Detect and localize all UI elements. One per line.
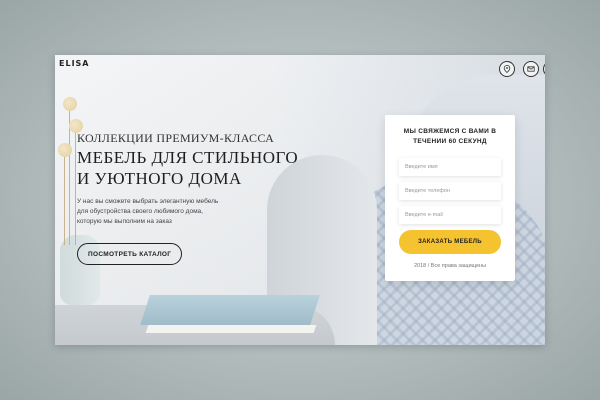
mail-icon[interactable]: [523, 61, 539, 77]
hero-description: У нас вы сможете выбрать элегантную мебе…: [77, 197, 247, 227]
flower-bud: [58, 143, 72, 157]
book-image: [140, 295, 320, 325]
phone-field[interactable]: [399, 182, 501, 200]
hero-title-line: МЕБЕЛЬ ДЛЯ СТИЛЬНОГО: [77, 148, 299, 167]
order-furniture-button[interactable]: ЗАКАЗАТЬ МЕБЕЛЬ: [399, 230, 501, 254]
hero-subtitle: КОЛЛЕКЦИИ ПРЕМИУМ-КЛАССА: [77, 131, 275, 145]
hero-title: МЕБЕЛЬ ДЛЯ СТИЛЬНОГО И УЮТНОГО ДОМА: [77, 147, 357, 189]
copyright-text: 2018 / Все права защищены: [413, 263, 487, 269]
form-title-line: ТЕЧЕНИИ 60 СЕКУНД: [413, 138, 487, 145]
email-field[interactable]: [399, 206, 501, 224]
hero-description-line: для обустройства своего любимого дома,: [77, 208, 203, 215]
flower-stem: [64, 150, 65, 245]
landing-page: ELISA КОЛЛЕКЦИИ ПРЕМИУМ-КЛАССА МЕБЕЛЬ ДЛ…: [55, 55, 545, 345]
name-field[interactable]: [399, 158, 501, 176]
hero-description-line: У нас вы сможете выбрать элегантную мебе…: [77, 198, 219, 205]
map-pin-icon[interactable]: [499, 61, 515, 77]
flower-bud: [63, 97, 77, 111]
form-title-line: МЫ СВЯЖЕМСЯ С ВАМИ В: [403, 128, 497, 135]
logo[interactable]: ELISA: [59, 59, 90, 68]
view-catalog-button[interactable]: ПОСМОТРЕТЬ КАТАЛОГ: [77, 243, 183, 265]
book-pages-image: [145, 325, 317, 333]
callback-form: МЫ СВЯЖЕМСЯ С ВАМИ В ТЕЧЕНИИ 60 СЕКУНД З…: [385, 115, 515, 281]
form-title: МЫ СВЯЖЕМСЯ С ВАМИ В ТЕЧЕНИИ 60 СЕКУНД: [395, 127, 505, 147]
hero-description-line: которую мы выполним на заказ: [77, 218, 172, 225]
flower-stem: [75, 127, 76, 245]
hero-title-line: И УЮТНОГО ДОМА: [77, 169, 242, 188]
